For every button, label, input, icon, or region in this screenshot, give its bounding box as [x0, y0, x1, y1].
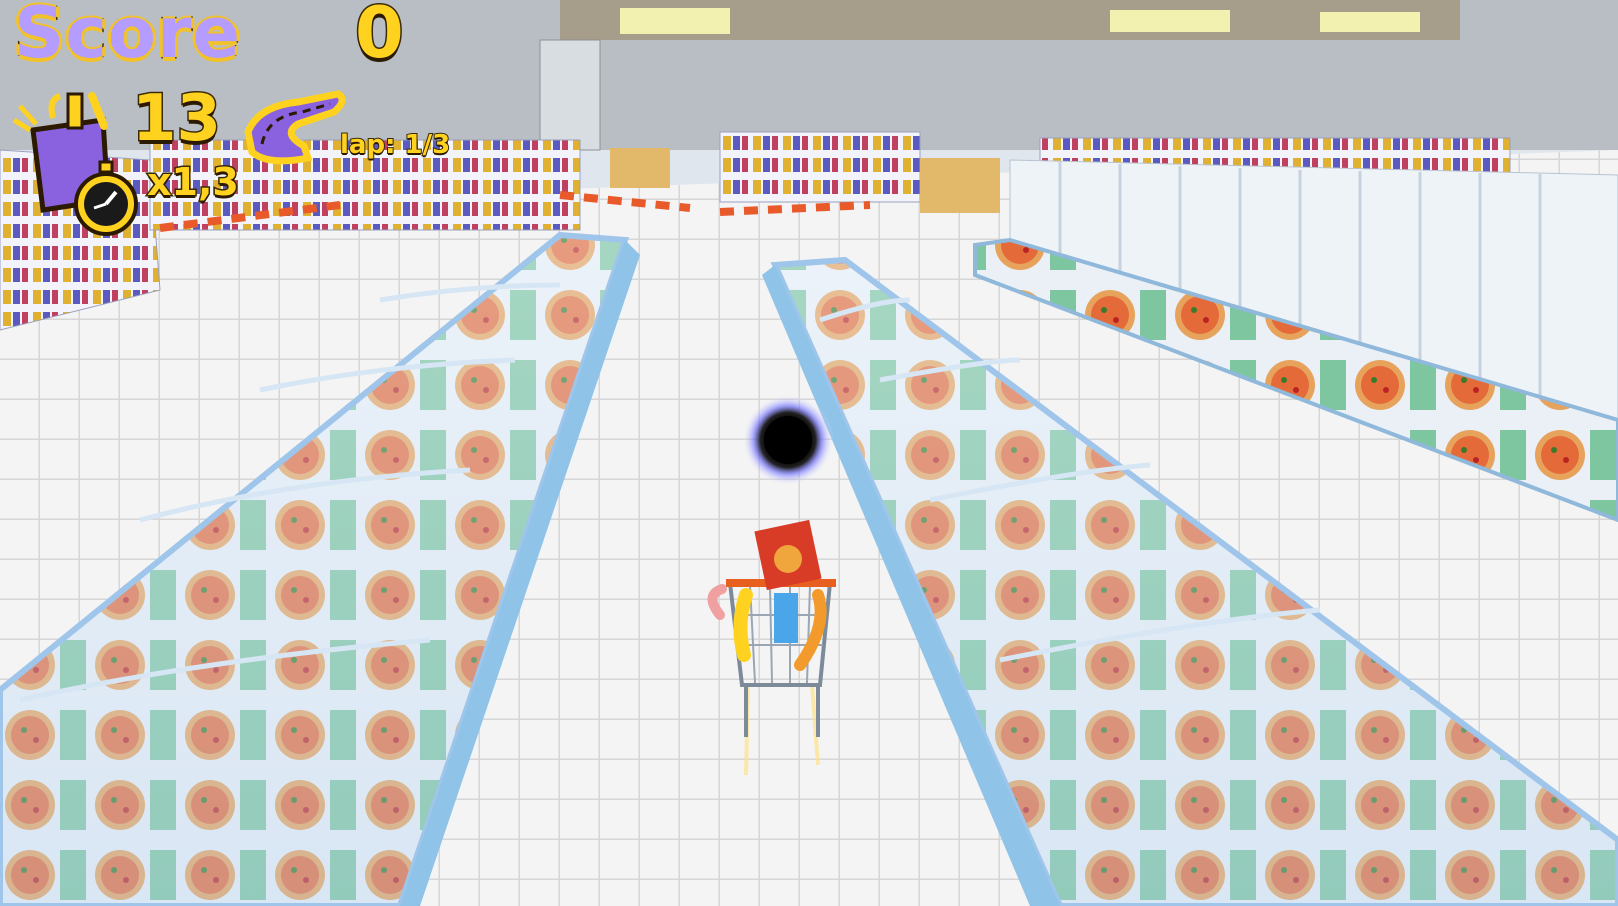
score-value: 0: [354, 0, 406, 76]
score-label: Score: [13, 0, 242, 76]
score-multiplier: x1,3: [146, 159, 241, 206]
stopwatch-icon: [74, 160, 138, 236]
race-track-icon: [244, 90, 346, 165]
shopping-cart-player: [707, 519, 836, 775]
items-count: 13: [130, 81, 222, 158]
lap-counter: lap: 1/3: [339, 129, 451, 161]
black-hole-portal: [742, 394, 834, 486]
